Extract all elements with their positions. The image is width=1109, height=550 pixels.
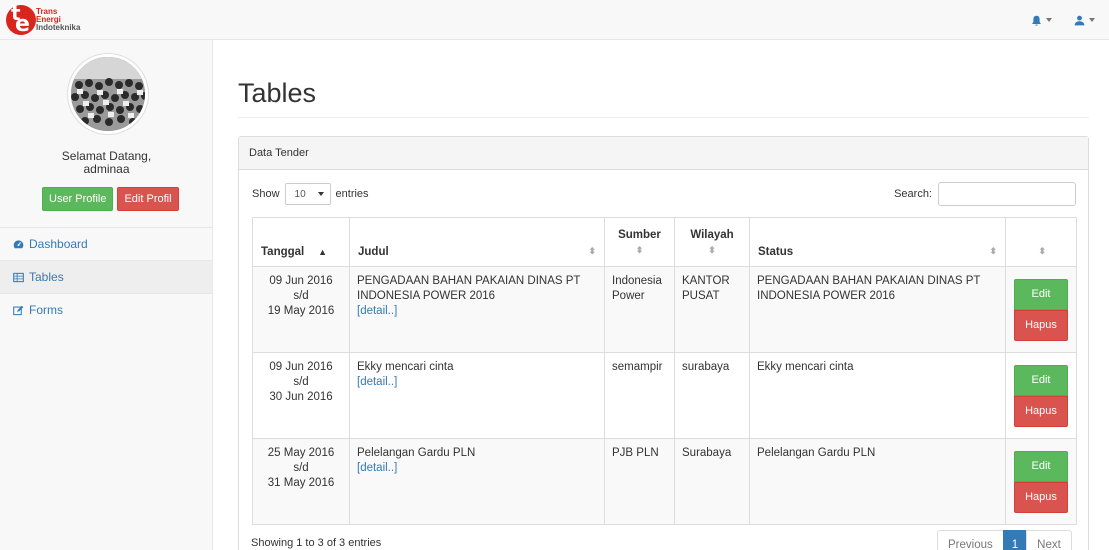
welcome-text: Selamat Datang, [61, 149, 152, 163]
detail-link[interactable]: [detail..] [357, 304, 597, 319]
user-profile-button[interactable]: User Profile [42, 187, 114, 211]
table-row: 09 Jun 2016 s/d 19 May 2016 PENGADAAN BA… [252, 266, 1077, 353]
username: adminaa [83, 162, 130, 176]
bell-icon [1032, 15, 1041, 26]
table-info: Showing 1 to 3 of 3 entries [251, 537, 382, 549]
table-row: 09 Jun 2016 s/d 30 Jun 2016 Ekky mencari… [252, 352, 1077, 439]
dashboard-icon [13, 239, 24, 248]
panel-heading: Data Tender [239, 137, 1088, 170]
side-menu: Dashboard Tables Forms [0, 227, 212, 326]
logo-mark: t e [6, 3, 40, 36]
table-row: 25 May 2016 s/d 31 May 2016 Pelelangan G… [252, 438, 1077, 525]
top-navbar: t e Trans Energi Indoteknika [0, 0, 1109, 40]
delete-button[interactable]: Hapus [1014, 309, 1068, 341]
brand-name: Trans Energi Indoteknika [36, 7, 81, 32]
crowd-photo [71, 57, 145, 131]
detail-link[interactable]: [detail..] [357, 461, 597, 476]
page-1-button[interactable]: 1 [1002, 530, 1028, 550]
tender-table: Tanggal ▲ Judul ⬍ Sumber ⬍ Wilayah ⬍ Status ⬍… [252, 217, 1077, 525]
sort-asc-icon: ▲ [318, 247, 327, 257]
sort-icon: ⬍ [989, 246, 997, 256]
previous-page-button[interactable]: Previous [937, 530, 1004, 550]
sort-icon: ⬍ [1038, 246, 1046, 256]
user-icon [1074, 15, 1085, 25]
entries-select[interactable]: 10 [284, 183, 331, 205]
sidebar-item-tables[interactable]: Tables [0, 260, 212, 293]
chevron-down-icon [1089, 18, 1095, 22]
chevron-down-icon [1046, 18, 1052, 22]
column-header-tanggal[interactable]: Tanggal ▲ [252, 217, 350, 267]
sort-icon: ⬍ [708, 245, 716, 255]
edit-profile-button[interactable]: Edit Profil [117, 187, 179, 211]
table-icon [13, 272, 24, 282]
next-page-button[interactable]: Next [1026, 530, 1072, 550]
sidebar-item-forms[interactable]: Forms [0, 293, 212, 326]
edit-icon [13, 305, 24, 315]
sort-icon: ⬍ [588, 246, 596, 256]
column-header-judul[interactable]: Judul ⬍ [349, 217, 605, 267]
detail-link[interactable]: [detail..] [357, 375, 597, 390]
column-header-status[interactable]: Status ⬍ [749, 217, 1006, 267]
column-header-sumber[interactable]: Sumber ⬍ [604, 217, 675, 267]
sidebar: Selamat Datang, adminaa User Profile Edi… [0, 40, 213, 550]
column-header-wilayah[interactable]: Wilayah ⬍ [674, 217, 750, 267]
delete-button[interactable]: Hapus [1014, 481, 1068, 513]
column-header-actions[interactable]: ⬍ [1005, 217, 1077, 267]
page-title: Tables [238, 78, 317, 108]
edit-button[interactable]: Edit [1014, 364, 1068, 396]
search-input[interactable] [938, 182, 1076, 206]
notifications-dropdown[interactable] [1031, 15, 1052, 26]
edit-button[interactable]: Edit [1014, 278, 1068, 310]
user-dropdown[interactable] [1074, 15, 1095, 26]
chevron-down-icon [317, 192, 324, 196]
data-panel: Data Tender Show 10 entries Search: Tang… [238, 136, 1089, 550]
pagination: Previous 1 Next [937, 530, 1072, 550]
divider [238, 117, 1089, 118]
sort-icon: ⬍ [635, 245, 644, 255]
sidebar-item-dashboard[interactable]: Dashboard [0, 227, 212, 260]
brand-logo[interactable]: t e Trans Energi Indoteknika [6, 3, 81, 36]
delete-button[interactable]: Hapus [1014, 395, 1068, 427]
avatar [68, 54, 148, 134]
edit-button[interactable]: Edit [1014, 450, 1068, 482]
